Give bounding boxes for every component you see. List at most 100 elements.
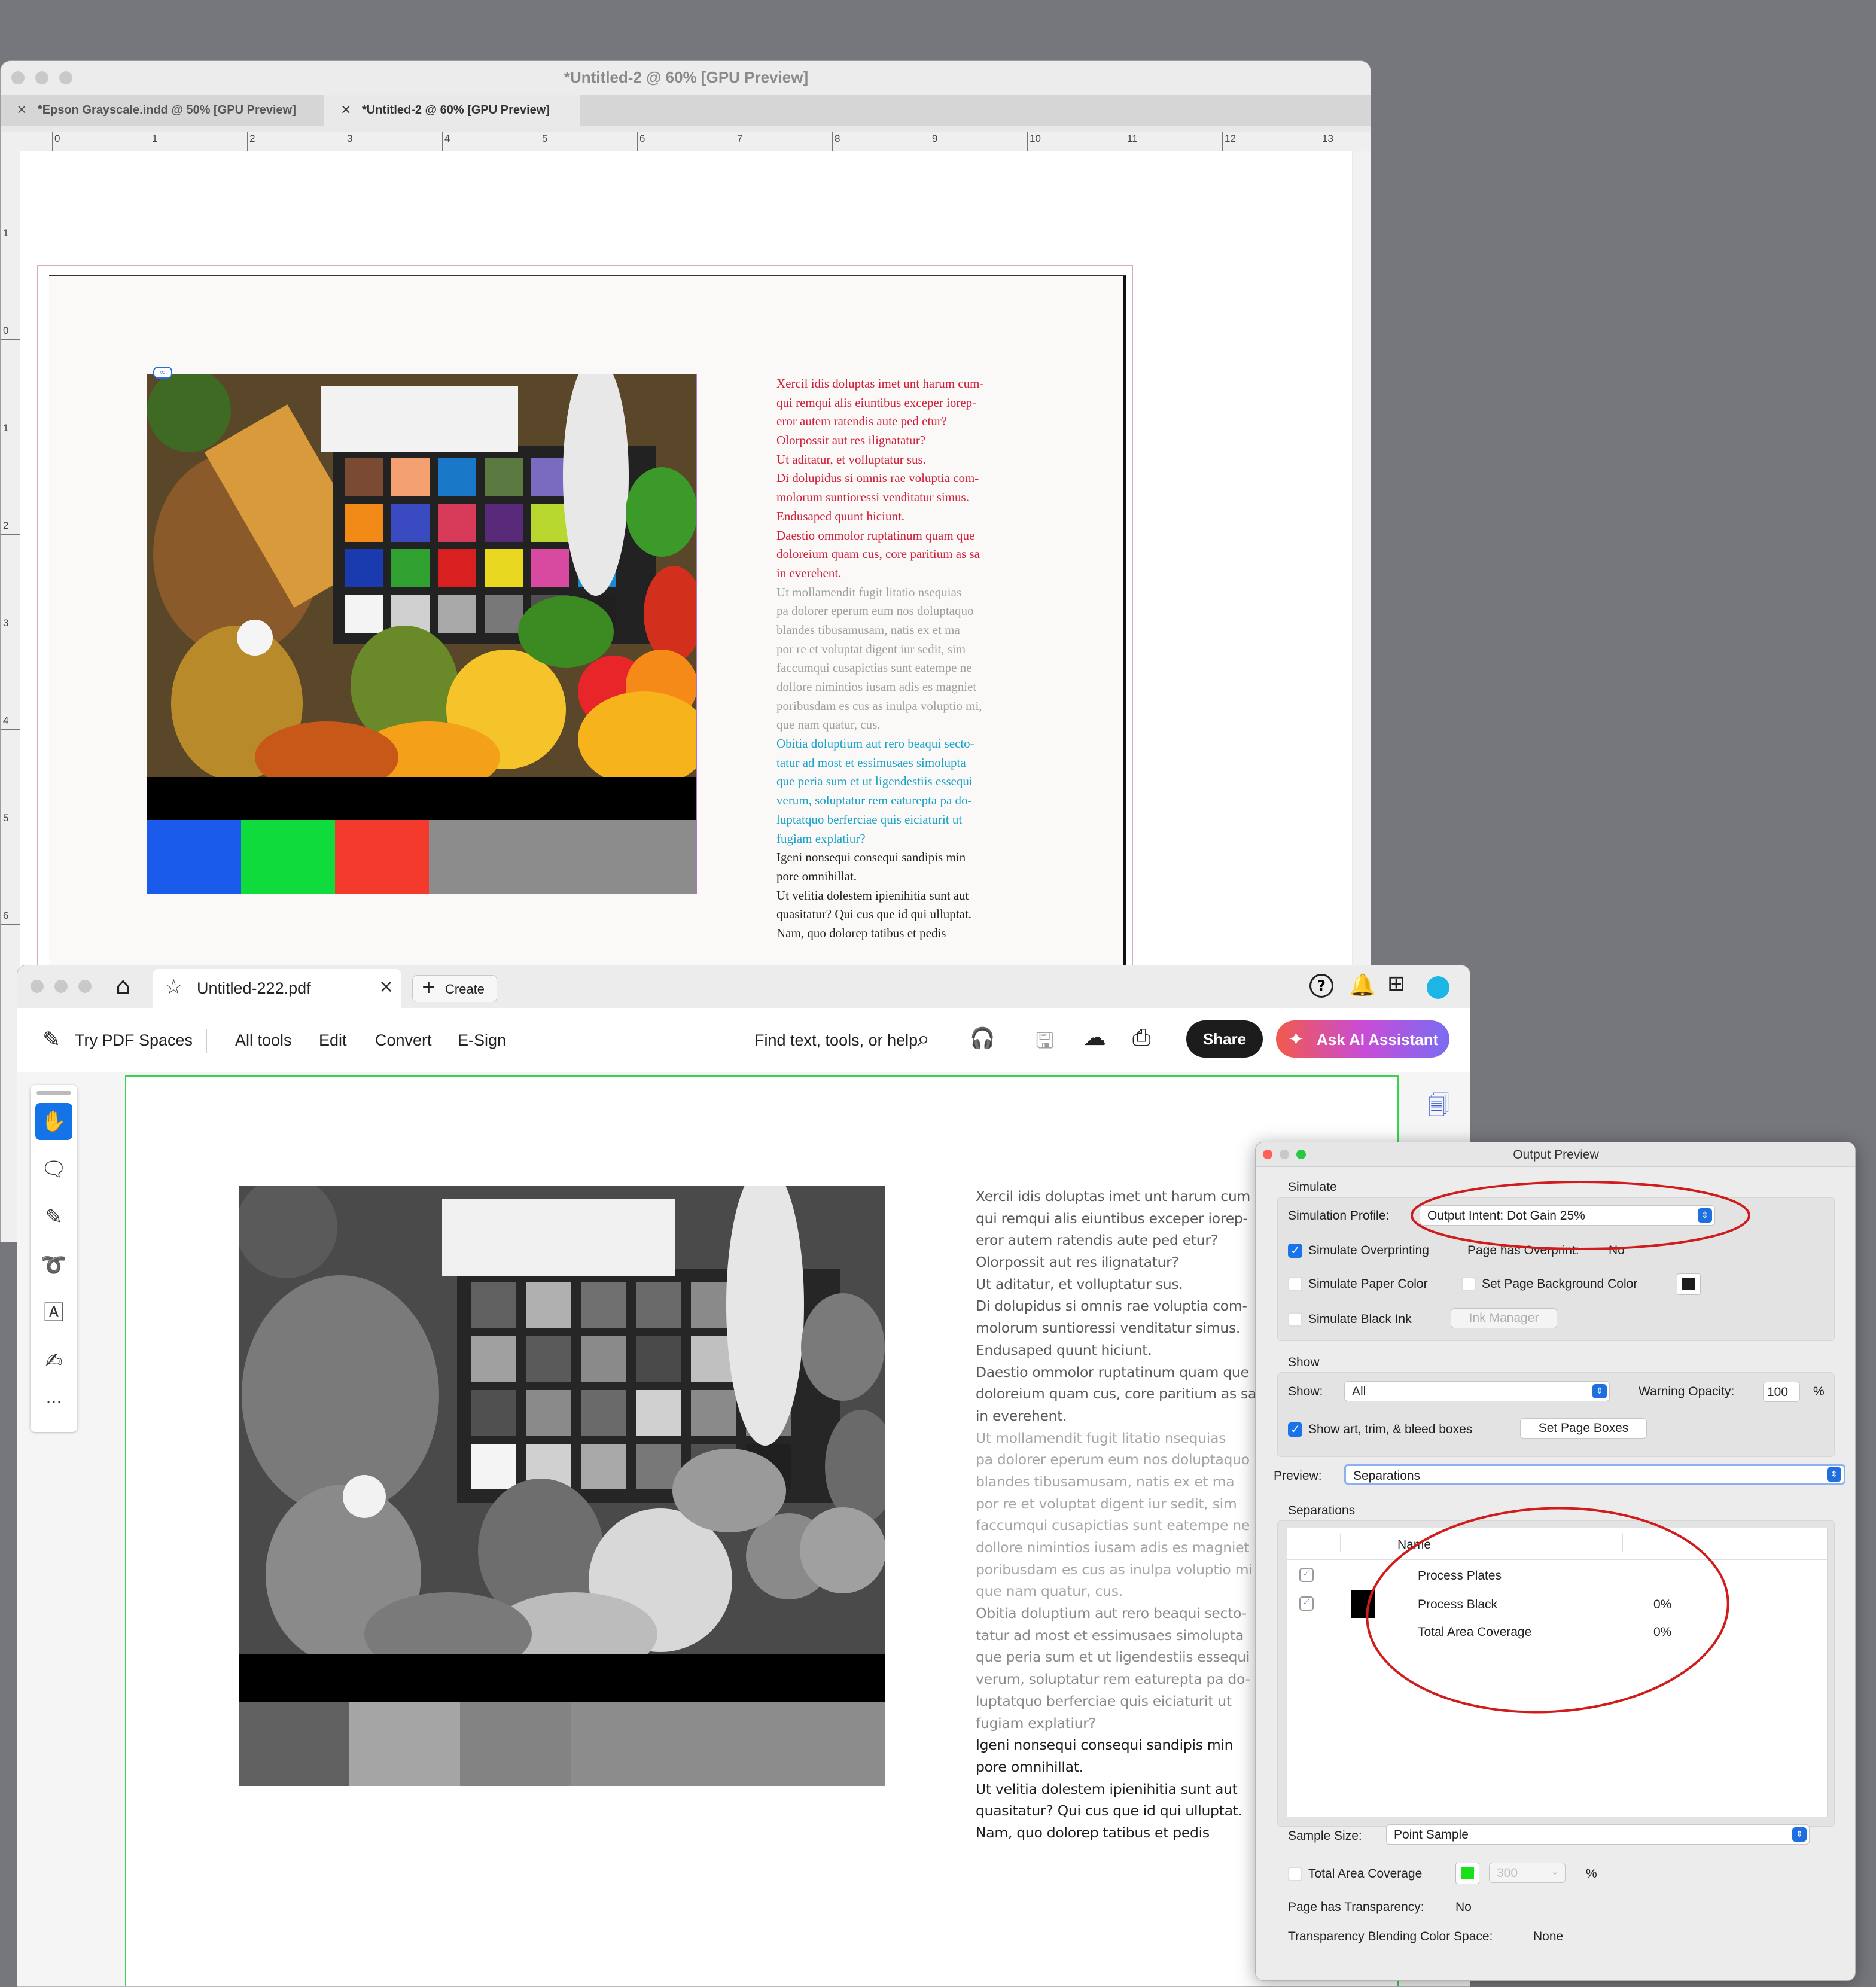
separations-table: Name ✓ Process Plates ✓ Process Black 0%… [1287, 1528, 1828, 1817]
output-preview-dialog: Output Preview Simulate Simulation Profi… [1255, 1142, 1856, 1981]
preview-select[interactable]: Separations ⇕ [1344, 1464, 1845, 1485]
menu-esign[interactable]: E-Sign [458, 1031, 506, 1050]
simulation-profile-select[interactable]: Output Intent: Dot Gain 25% ⇕ [1420, 1205, 1715, 1226]
draw-tool-icon[interactable]: ➰ [35, 1247, 72, 1284]
acrobat-tabbar: ⌂ ☆ Untitled-222.pdf × + Create ? 🔔 ⊞ [17, 965, 1470, 1008]
window-controls[interactable] [31, 980, 102, 996]
pdf-spaces-icon: ✎ [42, 1028, 61, 1052]
text-line: luptatquo berferciae quis eiciaturit ut [776, 812, 963, 827]
more-tools-icon[interactable]: ··· [35, 1384, 72, 1421]
sample-size-select[interactable]: Point Sample ⇕ [1386, 1824, 1810, 1845]
notifications-icon[interactable]: 🔔 [1349, 973, 1376, 998]
zoom-window-icon[interactable] [78, 980, 92, 993]
search-icon[interactable]: ⌕ [917, 1025, 930, 1052]
text-box-tool-icon[interactable]: 🄰 [35, 1294, 72, 1331]
simulate-overprinting-checkbox[interactable] [1288, 1243, 1302, 1258]
process-plates-checkbox[interactable]: ✓ [1299, 1567, 1314, 1582]
pdf-body-text[interactable]: Xercil idis doluptas imet unt harum cum q… [976, 1186, 1256, 1844]
tab-close-icon[interactable]: × [340, 102, 351, 117]
grayscale-bar [239, 1702, 885, 1786]
ask-ai-assistant-button[interactable]: ✦ Ask AI Assistant [1276, 1020, 1449, 1058]
tac-value-combo[interactable]: 300 ⌄ [1489, 1863, 1566, 1883]
ruler-label: 8 [835, 133, 840, 144]
color-photo[interactable] [147, 374, 696, 777]
separation-row[interactable]: ✓ Process Black 0% [1287, 1589, 1827, 1619]
sign-tool-icon[interactable]: ✍ [35, 1342, 72, 1379]
separation-row[interactable]: Total Area Coverage 0% [1287, 1619, 1827, 1647]
text-line: poribusdam es cus as inulpa voluptio mi, [776, 698, 982, 713]
document-tab-title: Untitled-222.pdf [197, 979, 311, 997]
ruler-label: 1 [3, 227, 9, 239]
text-line: eror autem ratendis aute ped etur? [776, 414, 948, 429]
linked-content-icon[interactable]: ∞ [153, 367, 172, 379]
sep-value: 0% [1653, 1625, 1672, 1639]
text-line: Olorpossit aut res ilignatatur? [776, 433, 926, 448]
toolbar-grip[interactable] [36, 1091, 71, 1095]
indesign-body-text[interactable]: Xercil idis doluptas imet unt harum cum-… [776, 374, 983, 943]
gray-bar-2 [349, 1702, 460, 1786]
help-icon[interactable]: ? [1309, 974, 1333, 998]
apps-grid-icon[interactable]: ⊞ [1387, 971, 1405, 996]
ruler-label: 2 [3, 520, 9, 531]
indesign-tabbar: × *Epson Grayscale.indd @ 50% [GPU Previ… [1, 95, 1371, 126]
cloud-upload-icon[interactable]: ☁ [1083, 1024, 1106, 1050]
set-page-boxes-button[interactable]: Set Page Boxes [1520, 1418, 1647, 1439]
sep-col-name[interactable]: Name [1397, 1538, 1431, 1552]
simulate-paper-color-checkbox[interactable] [1288, 1277, 1302, 1291]
menu-all-tools[interactable]: All tools [235, 1031, 292, 1050]
sep-name: Process Plates [1418, 1569, 1502, 1583]
tab-untitled-2[interactable]: × *Untitled-2 @ 60% [GPU Preview] [324, 95, 580, 126]
total-area-coverage-checkbox[interactable] [1288, 1867, 1302, 1881]
save-icon[interactable]: 🖫 [1036, 1025, 1054, 1062]
right-panel-icon[interactable]: 🗐 [1428, 1090, 1449, 1126]
highlight-tool-icon[interactable]: ✎ [35, 1199, 72, 1236]
tab-close-icon[interactable]: × [16, 102, 27, 117]
ai-assistant-icon: ✦ [1288, 1028, 1304, 1050]
simulate-black-ink-checkbox[interactable] [1288, 1312, 1302, 1327]
menu-try-pdf-spaces[interactable]: Try PDF Spaces [75, 1031, 193, 1050]
document-tab[interactable]: ☆ Untitled-222.pdf × [153, 969, 401, 1008]
close-window-icon[interactable] [31, 980, 44, 993]
text-line: por re et voluptat digent iur sedit, sim [976, 1495, 1237, 1512]
text-line: blandes tibusamusam, natis ex et ma [976, 1473, 1235, 1490]
chevron-updown-icon: ⇕ [1827, 1467, 1841, 1482]
ruler-label: 2 [249, 133, 255, 144]
color-bar-green [241, 820, 335, 894]
show-value: All [1352, 1385, 1366, 1398]
minimize-window-icon[interactable] [54, 980, 68, 993]
hand-tool-icon[interactable]: ✋ [35, 1103, 72, 1140]
home-icon[interactable]: ⌂ [115, 973, 130, 1000]
star-icon[interactable]: ☆ [165, 975, 182, 999]
tab-epson-grayscale[interactable]: × *Epson Grayscale.indd @ 50% [GPU Previ… [1, 95, 324, 126]
menu-divider [206, 1029, 207, 1053]
horizontal-ruler[interactable]: 0 1 2 3 4 5 6 7 8 9 10 11 12 13 [1, 132, 1371, 151]
text-line: Nam, quo dolorep tatibus et pedis [776, 925, 946, 940]
create-button[interactable]: + Create [412, 975, 497, 1002]
search-label[interactable]: Find text, tools, or help [754, 1031, 918, 1050]
text-line: pa dolorer eperum eum nos doluptaquo [976, 1451, 1250, 1468]
comment-tool-icon[interactable]: 🗨 [35, 1151, 72, 1188]
black-band [147, 777, 696, 820]
text-line: quasitatur? Qui cus que id qui ulluptat. [976, 1802, 1242, 1820]
page-bg-color-swatch[interactable] [1677, 1273, 1701, 1295]
share-button[interactable]: Share [1186, 1020, 1263, 1058]
show-select[interactable]: All ⇕ [1344, 1381, 1610, 1401]
tac-color-swatch[interactable] [1455, 1863, 1479, 1884]
pdf-page[interactable]: Xercil idis doluptas imet unt harum cum q… [125, 1075, 1399, 1986]
separation-row[interactable]: ✓ Process Plates [1287, 1562, 1827, 1589]
read-aloud-icon[interactable]: 🎧 [970, 1026, 995, 1050]
menu-edit[interactable]: Edit [319, 1031, 347, 1050]
print-icon[interactable]: ⎙ [1132, 1024, 1150, 1051]
text-line: in everehent. [976, 1407, 1067, 1424]
menu-convert[interactable]: Convert [375, 1031, 432, 1050]
set-page-bg-color-checkbox[interactable] [1461, 1277, 1476, 1291]
warning-opacity-input[interactable]: 100 [1763, 1382, 1800, 1402]
user-avatar[interactable] [1427, 976, 1449, 999]
show-heading: Show [1288, 1355, 1320, 1369]
process-black-checkbox[interactable]: ✓ [1299, 1595, 1314, 1611]
grayscale-photo[interactable] [239, 1186, 885, 1654]
show-boxes-checkbox[interactable] [1288, 1422, 1302, 1437]
ink-manager-button[interactable]: Ink Manager [1451, 1308, 1557, 1328]
tab-label: *Epson Grayscale.indd @ 50% [GPU Preview… [38, 103, 296, 117]
tab-close-icon[interactable]: × [379, 976, 394, 997]
